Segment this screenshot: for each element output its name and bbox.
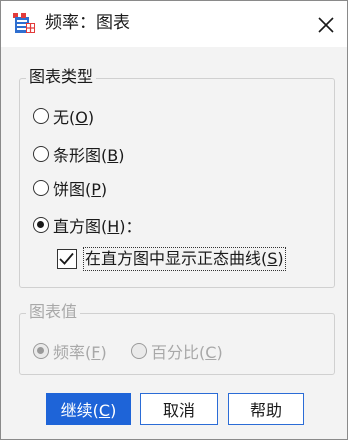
radio-histogram-label: 直方图(H)：: [53, 217, 142, 236]
radio-none-label: 无(O): [53, 108, 95, 127]
radio-percentage-label: 百分比(C): [151, 343, 223, 362]
radio-histogram[interactable]: 直方图(H)：: [33, 213, 142, 237]
radio-frequency[interactable]: 频率(F): [33, 339, 107, 363]
chart-type-legend: 图表类型: [26, 67, 97, 87]
radio-pie-chart-label: 饼图(P): [53, 180, 108, 199]
close-icon[interactable]: [315, 14, 337, 36]
checkmark-icon: [59, 252, 74, 265]
help-button-label: 帮助: [249, 401, 282, 420]
cancel-button[interactable]: 取消: [140, 393, 218, 425]
normal-curve-checkbox-row[interactable]: 在直方图中显示正态曲线(S): [57, 247, 286, 271]
radio-bar-chart-button[interactable]: [33, 146, 49, 162]
radio-histogram-button[interactable]: [33, 217, 49, 233]
help-button[interactable]: 帮助: [228, 393, 304, 425]
radio-frequency-button[interactable]: [33, 343, 49, 359]
radio-percentage[interactable]: 百分比(C): [131, 339, 223, 363]
radio-bar-chart[interactable]: 条形图(B): [33, 142, 125, 166]
chart-values-legend: 图表值: [26, 302, 81, 322]
window-title: 频率：图表: [45, 13, 130, 33]
chart-app-icon: [13, 13, 35, 33]
continue-button-label: 继续(C): [60, 401, 117, 420]
normal-curve-checkbox[interactable]: [57, 249, 77, 269]
radio-percentage-button[interactable]: [131, 343, 147, 359]
dialog-window: 频率：图表 图表类型 无(O) 条形图(B) 饼图(P) 直方图(H)： 在直方…: [0, 0, 348, 440]
radio-none[interactable]: 无(O): [33, 104, 94, 128]
radio-bar-chart-label: 条形图(B): [53, 146, 125, 165]
radio-none-button[interactable]: [33, 108, 49, 124]
title-bar[interactable]: 频率：图表: [1, 1, 347, 47]
radio-pie-chart[interactable]: 饼图(P): [33, 176, 107, 200]
radio-pie-chart-button[interactable]: [33, 180, 49, 196]
normal-curve-label: 在直方图中显示正态曲线(S): [83, 247, 286, 271]
continue-button[interactable]: 继续(C): [46, 393, 131, 425]
radio-frequency-label: 频率(F): [53, 343, 107, 362]
cancel-button-label: 取消: [162, 401, 195, 420]
